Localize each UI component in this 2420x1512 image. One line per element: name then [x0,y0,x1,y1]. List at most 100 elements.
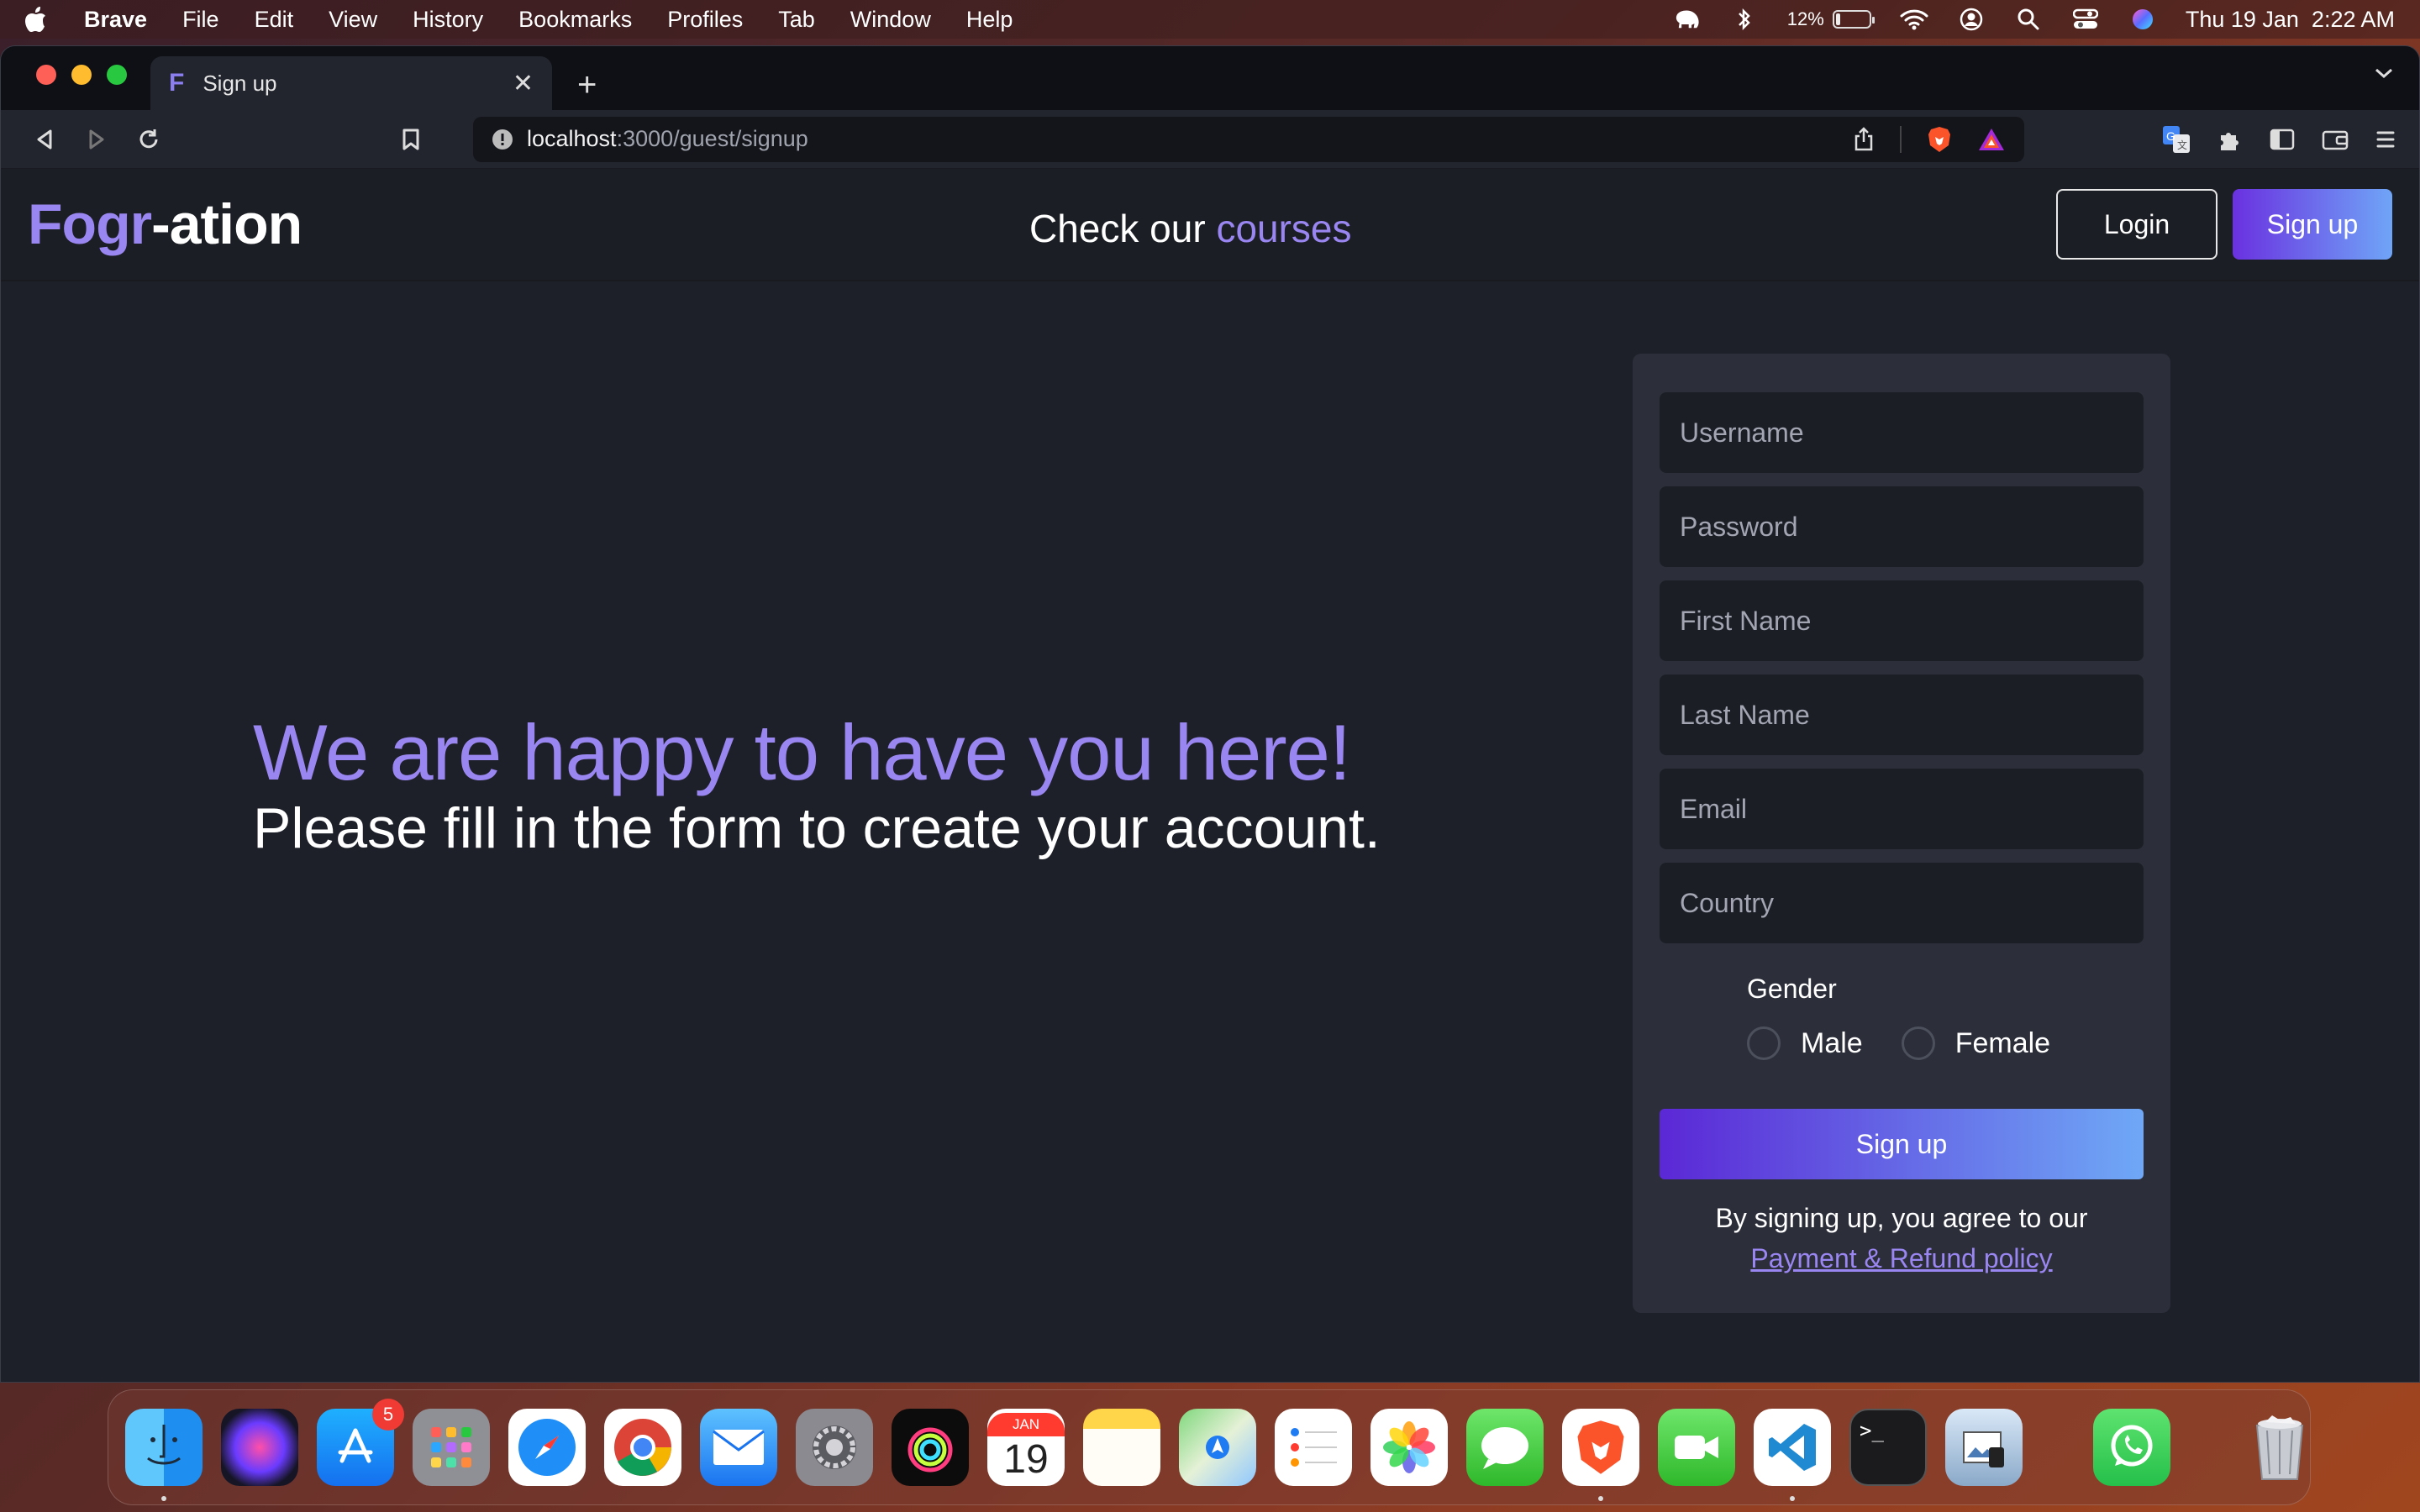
site-logo[interactable]: Fogr-ation [28,192,302,257]
user-account-icon[interactable] [1957,7,1986,32]
menu-file[interactable]: File [182,7,219,33]
reminders-icon[interactable] [1275,1409,1352,1486]
browser-menu-icon[interactable] [2375,129,2396,150]
apple-menu-icon[interactable] [25,7,47,32]
menu-bookmarks[interactable]: Bookmarks [518,7,632,33]
courses-nav: Check our courses [1029,206,1352,251]
chrome-icon[interactable] [604,1409,681,1486]
spotlight-search-icon[interactable] [2014,7,2043,32]
siri-icon[interactable] [2128,7,2157,32]
form-signup-button[interactable]: Sign up [1660,1109,2144,1179]
site-header: Fogr-ation Check our courses Login Sign … [1,169,2419,281]
password-field[interactable]: Password [1660,486,2144,567]
macos-dock: 5 JAN 19 >_ [108,1389,2311,1505]
siri-app-icon[interactable] [221,1409,298,1486]
menu-window[interactable]: Window [850,7,931,33]
username-field[interactable]: Username [1660,392,2144,473]
maps-icon[interactable] [1179,1409,1256,1486]
whatsapp-icon[interactable] [2093,1409,2170,1486]
close-tab-icon[interactable]: ✕ [513,69,534,98]
terminal-icon[interactable]: >_ [1849,1409,1927,1486]
female-radio[interactable] [1901,1026,1935,1060]
launchpad-icon[interactable] [413,1409,490,1486]
menu-tab[interactable]: Tab [778,7,815,33]
reload-icon[interactable] [129,119,169,160]
safari-icon[interactable] [508,1409,586,1486]
wifi-icon[interactable] [1900,7,1928,32]
calendar-day: 19 [1003,1436,1049,1482]
menu-clock[interactable]: Thu 19 Jan 2:22 AM [2186,7,2395,33]
country-field[interactable]: Country [1660,863,2144,943]
brave-rewards-icon[interactable] [1977,127,2006,152]
zoom-window-button[interactable] [107,65,127,85]
hero-headline: We are happy to have you here! [253,708,1351,796]
messages-icon[interactable] [1466,1409,1544,1486]
minimize-window-button[interactable] [71,65,92,85]
facetime-icon[interactable] [1658,1409,1735,1486]
wallet-icon[interactable] [2322,128,2349,151]
bluetooth-icon[interactable] [1730,7,1759,32]
new-tab-button[interactable]: + [577,68,597,102]
vscode-running-dot [1790,1496,1795,1501]
close-window-button[interactable] [36,65,56,85]
menu-profiles[interactable]: Profiles [667,7,743,33]
finder-icon[interactable] [125,1409,203,1501]
refund-policy-link[interactable]: Payment & Refund policy [1750,1243,2052,1273]
terminal-prompt-glyph: >_ [1860,1419,1884,1442]
hero-subline: Please fill in the form to create your a… [253,795,1381,860]
back-icon[interactable] [24,119,65,160]
menu-help[interactable]: Help [966,7,1013,33]
address-bar[interactable]: localhost :3000/guest/signup [473,116,2024,162]
calendar-icon[interactable]: JAN 19 [987,1409,1065,1486]
tab-sign-up[interactable]: F Sign up ✕ [150,56,552,110]
finder-running-dot [161,1496,166,1501]
mail-icon[interactable] [700,1409,777,1486]
menu-view[interactable]: View [329,7,377,33]
battery-indicator[interactable]: 12% [1787,8,1875,30]
bookmark-icon[interactable] [391,119,431,160]
female-label[interactable]: Female [1955,1027,2050,1060]
translate-icon[interactable]: G文 [2162,125,2191,154]
menu-app-name[interactable]: Brave [84,7,147,33]
last-name-field[interactable]: Last Name [1660,675,2144,755]
site-info-icon[interactable] [492,129,513,150]
male-label[interactable]: Male [1801,1027,1863,1060]
tab-search-chevron-icon[interactable] [2374,66,2394,84]
courses-link[interactable]: courses [1216,207,1351,250]
logo-part-accent: Fogr [28,192,152,256]
svg-text:G: G [2166,129,2175,143]
hero-section: We are happy to have you here! Please fi… [253,711,1381,863]
svg-text:文: 文 [2177,139,2187,151]
system-settings-icon[interactable] [796,1409,873,1486]
login-button[interactable]: Login [2056,189,2217,260]
nav-text: Check our [1029,207,1217,250]
notes-icon[interactable] [1083,1409,1160,1486]
preview-icon[interactable] [1945,1409,2023,1486]
logo-part-white: -ation [151,192,302,256]
first-name-field[interactable]: First Name [1660,580,2144,661]
menu-history[interactable]: History [413,7,483,33]
male-radio[interactable] [1747,1026,1781,1060]
trash-icon[interactable] [2241,1409,2318,1486]
terms-notice: By signing up, you agree to our Payment … [1660,1198,2144,1278]
gender-group: Gender Male Female [1747,974,2144,1060]
sidebar-toggle-icon[interactable] [2270,129,2295,150]
url-path: :3000/guest/signup [616,126,808,151]
app-store-icon[interactable]: 5 [317,1399,404,1486]
photos-icon[interactable] [1370,1409,1448,1486]
menu-edit[interactable]: Edit [255,7,294,33]
brave-running-dot [1598,1496,1603,1501]
elephant-icon[interactable] [1673,7,1702,32]
extensions-area: G文 [2162,125,2396,154]
arc-activity-icon[interactable] [892,1409,969,1486]
share-icon[interactable] [1853,126,1875,152]
extensions-puzzle-icon[interactable] [2217,127,2243,152]
header-signup-button[interactable]: Sign up [2233,189,2392,260]
email-field[interactable]: Email [1660,769,2144,849]
header-actions: Login Sign up [2056,189,2392,260]
brave-browser-icon[interactable] [1562,1409,1639,1501]
brave-shields-icon[interactable] [1927,125,1952,154]
control-center-icon[interactable] [2071,7,2100,32]
vscode-icon[interactable] [1754,1409,1831,1501]
forward-icon[interactable] [76,119,117,160]
